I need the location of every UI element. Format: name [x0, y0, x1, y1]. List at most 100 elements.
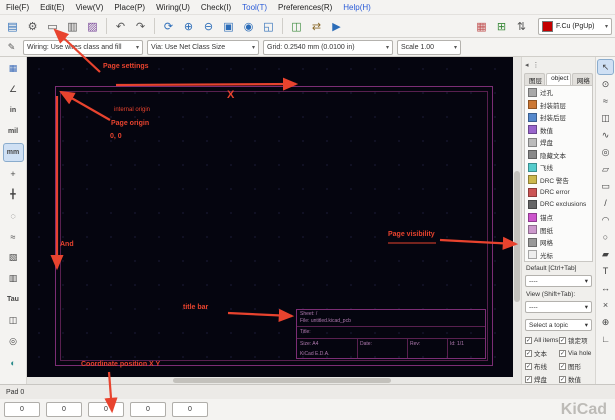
color-swatch[interactable]	[528, 250, 537, 259]
filter-item[interactable]: ✓All items	[525, 335, 559, 345]
line-tool[interactable]: /	[597, 195, 614, 211]
delete-tool[interactable]: ×	[597, 297, 614, 313]
place-footprint-tool[interactable]: ◫	[597, 110, 614, 126]
checkbox-icon[interactable]: ✓	[559, 337, 566, 344]
menu-edit[interactable]: Edit(E)	[40, 3, 64, 12]
color-swatch[interactable]	[528, 150, 537, 159]
object-row[interactable]: DRC exclusions	[525, 199, 592, 212]
page-settings-button[interactable]: ▭	[43, 17, 62, 36]
grid-select[interactable]: Grid: 0.2540 mm (0.0100 in) ▾	[263, 40, 393, 55]
horizontal-scrollbar[interactable]	[27, 377, 513, 384]
preset-select[interactable]: ---- ▾	[525, 275, 592, 287]
object-row[interactable]: 焊盘	[525, 136, 592, 149]
menu-file[interactable]: File(F)	[6, 3, 29, 12]
pcb-canvas[interactable]: Sheet: / File: untitled.kicad_pcb Title:…	[27, 57, 513, 377]
zoom-select[interactable]: Scale 1.00 ▾	[397, 40, 461, 55]
object-row[interactable]: 锚点	[525, 211, 592, 224]
refresh-button[interactable]: ⟳	[159, 17, 178, 36]
zone-tool[interactable]: ▱	[597, 161, 614, 177]
filter-item[interactable]: ✓布线	[525, 361, 559, 371]
color-swatch[interactable]	[528, 125, 537, 134]
color-swatch[interactable]	[528, 188, 537, 197]
color-swatch[interactable]	[528, 225, 537, 234]
layer-presets-button[interactable]: ▦	[472, 17, 491, 36]
circle-tool[interactable]: ○	[597, 229, 614, 245]
via-size-select[interactable]: Via: Use Net Class Size ▾	[147, 40, 259, 55]
object-row[interactable]: 过孔	[525, 86, 592, 99]
via-sketch-button[interactable]: ◎	[3, 332, 24, 351]
menu-help[interactable]: Help(H)	[343, 3, 371, 12]
color-swatch[interactable]	[528, 163, 537, 172]
pad-sketch-button[interactable]: ◫	[3, 311, 24, 330]
ratsnest-visibility-button[interactable]: ◌	[3, 206, 24, 225]
units-mils-button[interactable]: mil	[3, 122, 24, 141]
footprint-editor-button[interactable]: ◫	[287, 17, 306, 36]
checkbox-icon[interactable]: ✓	[525, 363, 532, 370]
zone-outline-button[interactable]: ▥	[3, 269, 24, 288]
units-inches-button[interactable]: in	[3, 101, 24, 120]
zoom-in-button[interactable]: ⊕	[179, 17, 198, 36]
text-tool[interactable]: T	[597, 263, 614, 279]
color-swatch[interactable]	[528, 175, 537, 184]
checkbox-icon[interactable]: ✓	[525, 337, 532, 344]
color-swatch[interactable]	[528, 100, 537, 109]
zoom-out-button[interactable]: ⊖	[199, 17, 218, 36]
board-setup-button[interactable]: ⚙	[23, 17, 42, 36]
zoom-fit-button[interactable]: ▣	[219, 17, 238, 36]
swap-layers-button[interactable]: ⇅	[512, 17, 531, 36]
high-contrast-button[interactable]: ◐	[3, 353, 24, 372]
dimension-tool[interactable]: ↔	[597, 280, 614, 296]
object-row[interactable]: 封装前层	[525, 99, 592, 112]
zone-fill-button[interactable]: ▧	[3, 248, 24, 267]
curved-ratsnest-button[interactable]: ≈	[3, 227, 24, 246]
filter-item[interactable]: ✓焊盘	[525, 374, 559, 384]
polar-coords-button[interactable]: ∠	[3, 80, 24, 99]
rule-area-tool[interactable]: ▭	[597, 178, 614, 194]
object-row[interactable]: 飞线	[525, 161, 592, 174]
object-row[interactable]: 网格	[525, 236, 592, 249]
filter-item[interactable]: ✓Via hole	[559, 348, 593, 358]
menu-wiring[interactable]: Wiring(U)	[156, 3, 190, 12]
measure-tool[interactable]: ∟	[597, 331, 614, 347]
units-mm-button[interactable]: mm	[3, 143, 24, 162]
object-row[interactable]: 图纸	[525, 224, 592, 237]
local-ratsnest-tool[interactable]: ≈	[597, 93, 614, 109]
object-row[interactable]: DRC 警告	[525, 174, 592, 187]
origin-tool[interactable]: ⊕	[597, 314, 614, 330]
menu-preferences[interactable]: Preferences(R)	[278, 3, 332, 12]
undo-button[interactable]: ↶	[111, 17, 130, 36]
print-button[interactable]: ▥	[63, 17, 82, 36]
filter-item[interactable]: ✓文本	[525, 348, 559, 358]
selection-filter-select[interactable]: Select a topic ▾	[525, 319, 592, 331]
filter-item[interactable]: ✓锁定项	[559, 335, 593, 345]
color-swatch[interactable]	[528, 213, 537, 222]
select-tool[interactable]: ↖	[597, 59, 614, 75]
filter-item[interactable]: ✓数值	[559, 374, 593, 384]
object-row[interactable]: 数值	[525, 124, 592, 137]
menu-check[interactable]: Check(I)	[201, 3, 231, 12]
track-width-select[interactable]: Wiring: Use wires class and fill ▾	[23, 40, 143, 55]
filter-item[interactable]: ✓图形	[559, 361, 593, 371]
checkbox-icon[interactable]: ✓	[559, 350, 566, 357]
color-swatch[interactable]	[528, 88, 537, 97]
object-row[interactable]: 隐藏文本	[525, 149, 592, 162]
grid-toggle-button[interactable]: ▦	[3, 59, 24, 78]
plot-button[interactable]: ▨	[83, 17, 102, 36]
update-pcb-button[interactable]: ⇄	[307, 17, 326, 36]
panel-menu-icon[interactable]: ⋮	[533, 61, 540, 69]
zoom-selection-button[interactable]: ◱	[259, 17, 278, 36]
zoom-objects-button[interactable]: ◉	[239, 17, 258, 36]
polygon-tool[interactable]: ▰	[597, 246, 614, 262]
object-row[interactable]: 封装后层	[525, 111, 592, 124]
3d-viewer-button[interactable]: ▶	[327, 17, 346, 36]
route-track-tool[interactable]: ∿	[597, 127, 614, 143]
layer-selector[interactable]: F.Cu (PgUp) ▾	[538, 18, 612, 35]
vertical-scrollbar[interactable]	[513, 57, 521, 384]
checkbox-icon[interactable]: ✓	[525, 350, 532, 357]
checkbox-icon[interactable]: ✓	[525, 376, 532, 383]
tau-button[interactable]: Tau	[3, 290, 24, 309]
menu-tool[interactable]: Tool(T)	[242, 3, 267, 12]
color-swatch[interactable]	[528, 138, 537, 147]
save-button[interactable]: ▤	[3, 17, 22, 36]
color-swatch[interactable]	[528, 113, 537, 122]
